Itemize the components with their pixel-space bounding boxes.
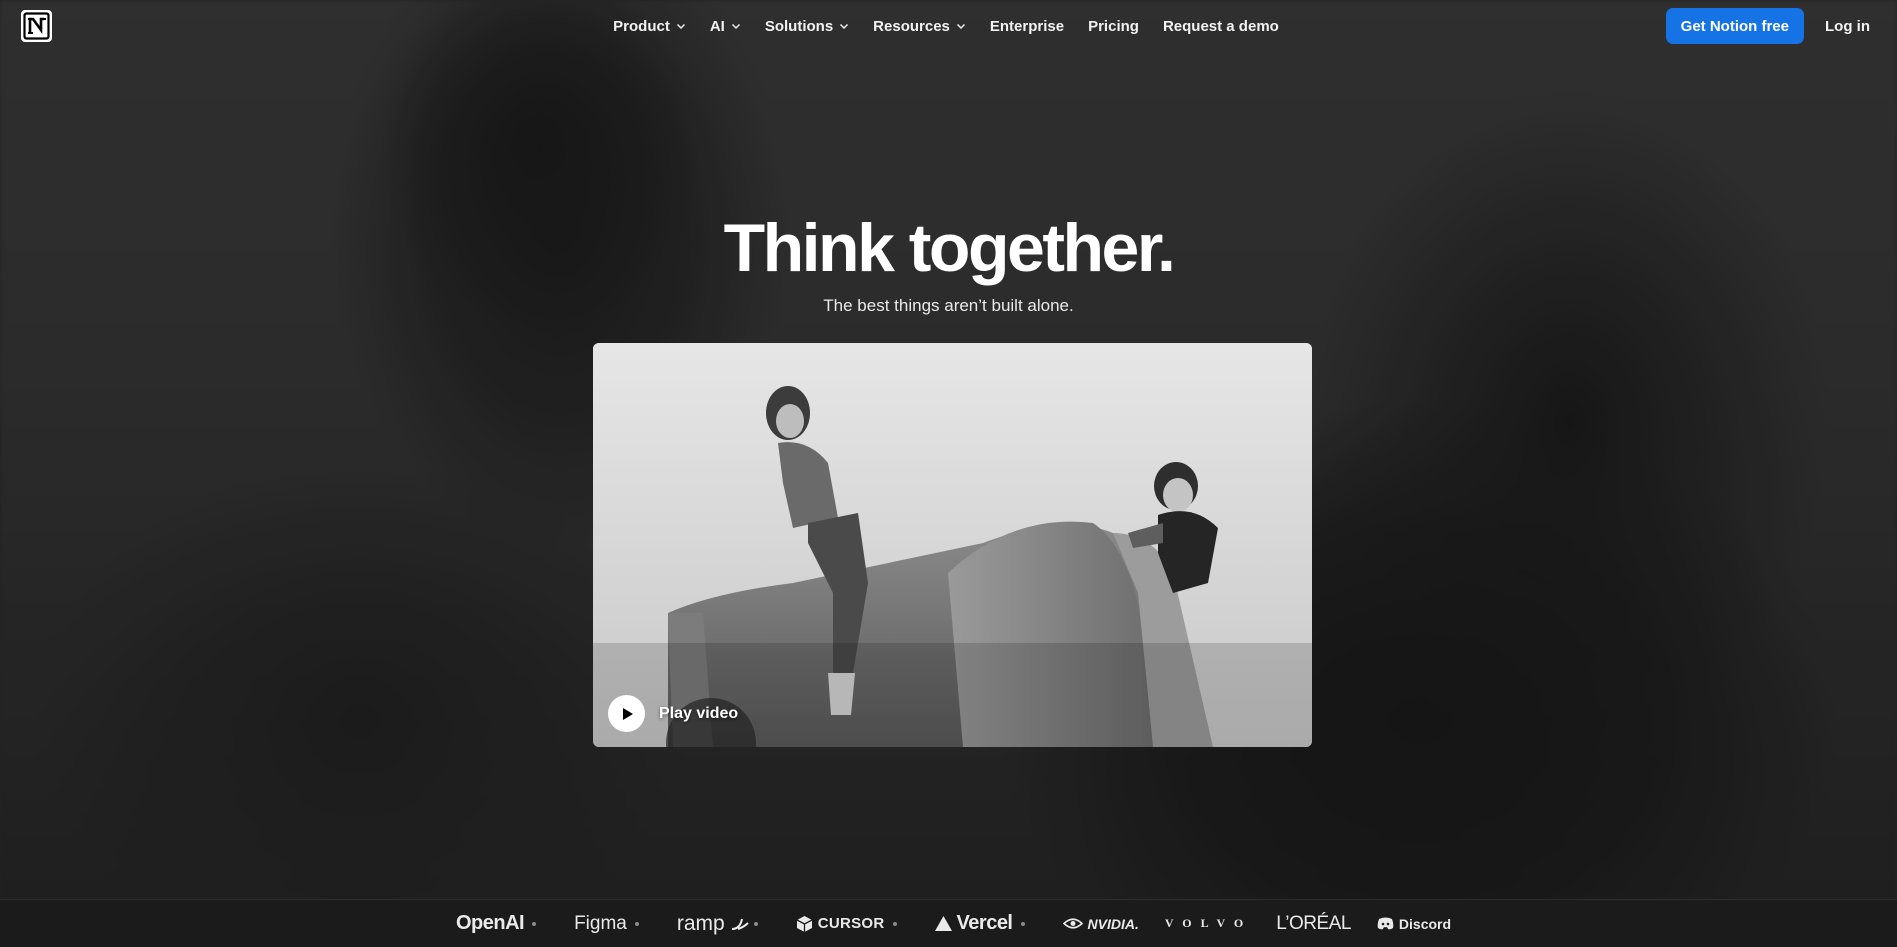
logo-separator xyxy=(634,921,639,926)
nav-pricing-label: Pricing xyxy=(1088,17,1139,35)
logo-separator xyxy=(1351,922,1355,926)
logo-vercel: Vercel xyxy=(934,912,1013,935)
video-thumbnail-image xyxy=(593,343,1312,747)
logo-openai-label: OpenAI xyxy=(455,912,525,934)
logo-openai: OpenAI xyxy=(455,912,525,935)
logo-loreal: L’ORÉAL xyxy=(1276,913,1351,935)
nav-solutions[interactable]: Solutions xyxy=(765,18,849,35)
nav-product[interactable]: Product xyxy=(613,18,686,35)
hero-title: Think together. xyxy=(723,210,1176,286)
logo-discord: Discord xyxy=(1377,916,1451,932)
logo-vercel-label: Vercel xyxy=(956,912,1013,934)
log-in-link[interactable]: Log in xyxy=(1825,8,1870,44)
notion-logo-icon[interactable] xyxy=(20,9,54,43)
main-menu: Product AI Solutions Resources Enterpris… xyxy=(0,0,1897,52)
logo-separator xyxy=(892,921,897,926)
logo-figma-label: Figma xyxy=(574,912,627,934)
play-icon xyxy=(608,695,645,732)
hero-subtitle: The best things aren’t built alone. xyxy=(823,296,1074,315)
chevron-down-icon xyxy=(731,23,740,30)
logo-separator xyxy=(753,921,758,926)
play-video-button[interactable]: Play video xyxy=(608,695,738,732)
discord-icon xyxy=(1377,917,1394,930)
hero-video[interactable]: Play video xyxy=(593,343,1312,747)
logo-separator xyxy=(1139,922,1143,926)
logo-separator xyxy=(1020,921,1025,926)
logo-nvidia: NVIDIA. xyxy=(1062,915,1139,932)
logo-separator xyxy=(1252,922,1256,926)
nav-request-demo-label: Request a demo xyxy=(1162,17,1279,35)
nav-resources-label: Resources xyxy=(873,17,950,35)
logo-cursor: CURSOR xyxy=(796,915,885,933)
get-notion-free-button[interactable]: Get Notion free xyxy=(1665,8,1804,44)
nav-product-label: Product xyxy=(613,17,670,35)
nav-enterprise[interactable]: Enterprise xyxy=(990,18,1064,35)
logo-nvidia-label: NVIDIA. xyxy=(1087,915,1139,932)
cursor-cube-icon xyxy=(796,915,813,932)
ramp-mark-icon xyxy=(731,918,749,930)
nav-enterprise-label: Enterprise xyxy=(989,17,1065,35)
logo-loreal-label: L’ORÉAL xyxy=(1276,912,1351,934)
nav-pricing[interactable]: Pricing xyxy=(1088,18,1139,35)
logo-ramp-label: ramp xyxy=(676,911,725,935)
vercel-triangle-icon xyxy=(934,916,952,931)
chevron-down-icon xyxy=(840,23,849,30)
chevron-down-icon xyxy=(676,23,685,30)
customer-logo-bar: OpenAI Figma ramp CURSOR Vercel NVIDIA. xyxy=(0,899,1897,947)
nav-ai-label: AI xyxy=(709,17,725,35)
logo-discord-label: Discord xyxy=(1398,915,1452,932)
nav-solutions-label: Solutions xyxy=(764,17,834,35)
logo-figma: Figma xyxy=(574,913,627,935)
logo-ramp: ramp xyxy=(677,912,750,936)
nav-ai[interactable]: AI xyxy=(710,18,741,35)
nav-request-demo[interactable]: Request a demo xyxy=(1163,18,1279,35)
logo-volvo-label: VOLVO xyxy=(1164,916,1253,930)
nav-resources[interactable]: Resources xyxy=(873,18,966,35)
chevron-down-icon xyxy=(956,23,965,30)
logo-volvo: VOLVO xyxy=(1165,916,1252,931)
logo-cursor-label: CURSOR xyxy=(817,915,885,932)
logo-separator xyxy=(532,921,537,926)
nvidia-eye-icon xyxy=(1062,918,1083,929)
top-navigation: Product AI Solutions Resources Enterpris… xyxy=(0,0,1897,52)
play-video-label: Play video xyxy=(659,704,739,722)
